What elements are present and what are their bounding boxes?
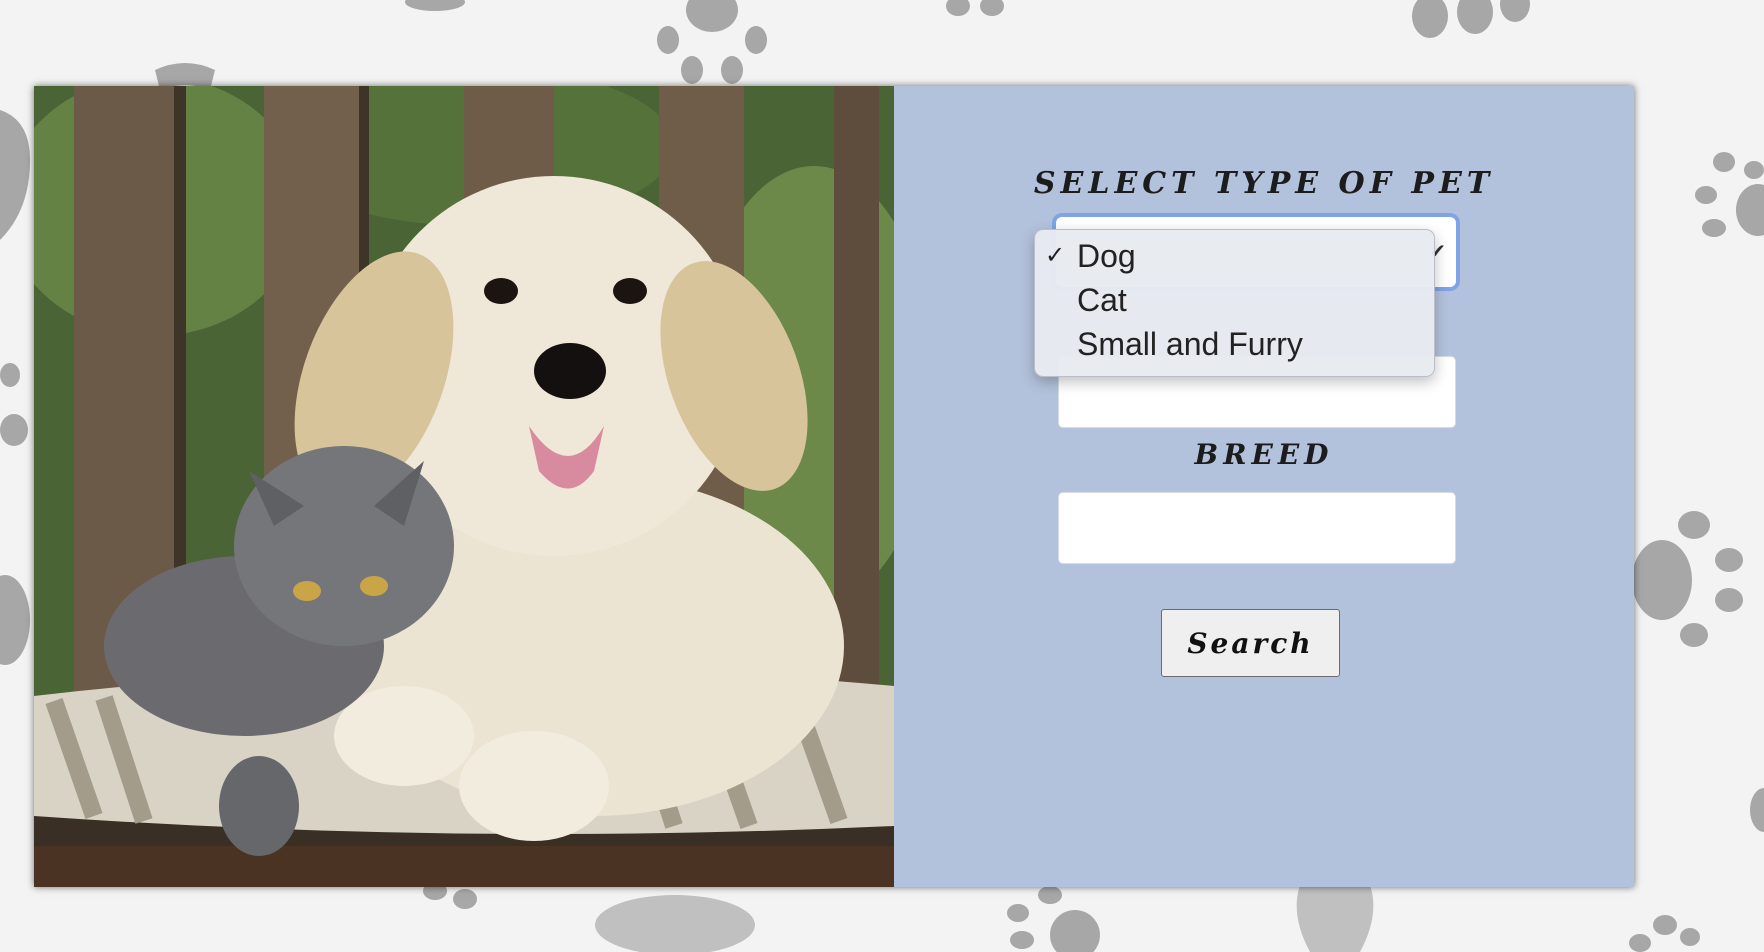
- option-small-and-furry[interactable]: Small and Furry: [1035, 322, 1434, 366]
- breed-label: Breed: [1194, 438, 1334, 471]
- pet-search-card: Select type of pet ✔ Breed Search: [34, 86, 1634, 887]
- paw-print-icon: [1296, 885, 1374, 952]
- pet-type-label: Select type of pet: [1033, 166, 1495, 201]
- paw-print-icon: [1634, 511, 1743, 647]
- paw-print-icon: [1007, 886, 1100, 952]
- pet-type-dropdown-menu: ✓ Dog Cat Small and Furry: [1034, 229, 1435, 377]
- dog-and-cat-photo: [34, 86, 894, 887]
- search-button[interactable]: Search: [1161, 609, 1340, 677]
- option-label: Cat: [1077, 282, 1127, 318]
- paw-print-icon: [595, 895, 755, 952]
- option-label: Dog: [1077, 238, 1136, 274]
- paw-print-icon: [1412, 0, 1530, 38]
- paw-print-icon: [1695, 152, 1764, 237]
- paw-print-icon: [405, 0, 465, 11]
- paw-print-icon: [657, 0, 767, 84]
- checkmark-icon: ✓: [1045, 242, 1066, 269]
- paw-print-icon: [1629, 915, 1700, 952]
- paw-print-icon: [0, 575, 30, 665]
- search-form-panel: Select type of pet ✔ Breed Search: [894, 86, 1634, 887]
- paw-print-icon: [423, 885, 477, 909]
- option-label: Small and Furry: [1077, 326, 1303, 362]
- paw-print-icon: [1750, 788, 1764, 832]
- breed-field[interactable]: [1058, 492, 1456, 564]
- option-cat[interactable]: Cat: [1035, 278, 1434, 322]
- paw-print-icon: [946, 0, 1004, 16]
- option-dog[interactable]: ✓ Dog: [1035, 234, 1434, 278]
